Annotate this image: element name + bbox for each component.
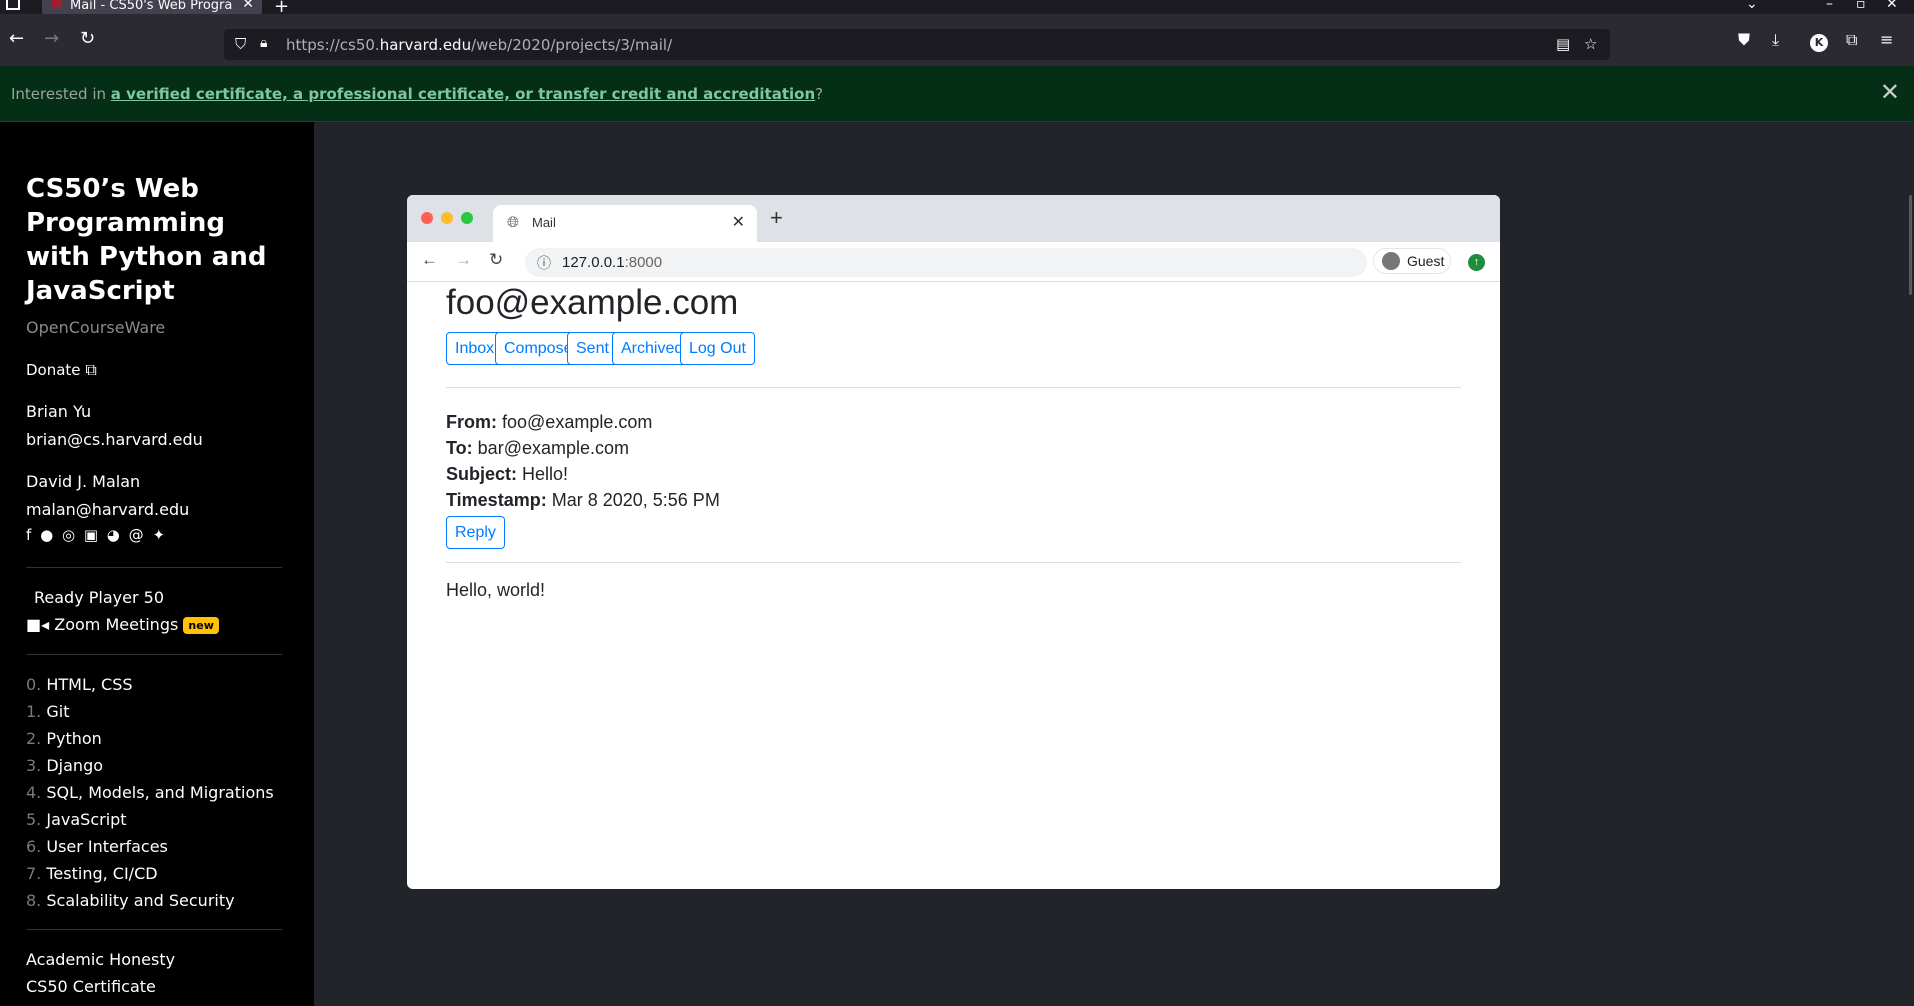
email-to: To: bar@example.com — [446, 438, 630, 458]
twitter-icon[interactable]: ✦ — [152, 526, 167, 544]
tracking-shield-icon[interactable]: ⛉ — [235, 35, 246, 53]
globe-icon: 🌐︎ — [507, 214, 520, 231]
social-links: f ● ◎ ▣ ◕ @ ✦ — [26, 526, 167, 544]
ocw-label: OpenCourseWare — [26, 318, 166, 337]
forward-icon[interactable]: → — [44, 28, 59, 49]
new-badge: new — [183, 617, 219, 634]
sidebar-divider — [26, 929, 282, 930]
tab-list-icon[interactable] — [6, 0, 20, 10]
browser-tab-strip: Mail - CS50's Web Progra ✕ + ⌄ – ▫ ✕ — [0, 0, 1914, 20]
lecture-link[interactable]: 5. JavaScript — [26, 810, 127, 829]
address-bar[interactable]: ⛉ 🔒︎ https://cs50.harvard.edu/web/2020/p… — [224, 29, 1610, 60]
lecture-link[interactable]: 1. Git — [26, 702, 69, 721]
user-email-heading: foo@example.com — [446, 283, 739, 322]
certificate-link[interactable]: a verified certificate, a professional c… — [111, 85, 815, 103]
forward-icon: → — [455, 250, 472, 269]
divider — [446, 387, 1461, 388]
reader-view-icon[interactable]: ▤ — [1556, 35, 1570, 53]
demo-toolbar: ← → ↻ ⓘ 127.0.0.1:8000 Guest ↑ — [407, 242, 1500, 282]
info-icon: ⓘ — [537, 255, 551, 271]
instructor-name: Brian Yu — [26, 402, 92, 421]
zoom-meetings-link[interactable]: ■◂ Zoom Meetings new — [26, 615, 219, 634]
profile-label: Guest — [1407, 253, 1445, 269]
logout-button: Log Out — [680, 332, 755, 365]
menu-icon[interactable]: ≡ — [1880, 30, 1893, 49]
lecture-link[interactable]: 2. Python — [26, 729, 102, 748]
github-icon[interactable]: ● — [40, 526, 55, 544]
donate-link[interactable]: Donate ⧉ — [26, 360, 97, 380]
certificate-banner: Interested in a verified certificate, a … — [0, 66, 1914, 122]
demo-url: 127.0.0.1:8000 — [562, 254, 663, 271]
back-icon[interactable]: ← — [9, 28, 24, 49]
sidebar-divider — [26, 567, 282, 568]
zoom-dot-icon — [461, 212, 473, 224]
url-text[interactable]: https://cs50.harvard.edu/web/2020/projec… — [286, 36, 672, 54]
extensions-icon[interactable]: ⧉ — [1846, 30, 1857, 50]
lecture-link[interactable]: 4. SQL, Models, and Migrations — [26, 783, 274, 802]
email-subject: Subject: Hello! — [446, 464, 569, 484]
certificate-link[interactable]: CS50 Certificate — [26, 977, 156, 996]
tab-favicon-icon — [52, 0, 62, 8]
email-timestamp: Timestamp: Mar 8 2020, 5:56 PM — [446, 490, 720, 510]
reload-icon[interactable]: ↻ — [80, 28, 95, 49]
new-tab-icon: + — [770, 205, 783, 230]
facebook-icon[interactable]: f — [26, 526, 33, 544]
lecture-link[interactable]: 6. User Interfaces — [26, 837, 168, 856]
video-camera-icon: ■◂ — [26, 615, 50, 634]
pocket-icon[interactable]: ⛊ — [1738, 30, 1750, 50]
sidebar-divider — [26, 654, 282, 655]
guest-profile: Guest — [1373, 248, 1451, 274]
academic-honesty-link[interactable]: Academic Honesty — [26, 950, 175, 969]
email-body: Hello, world! — [446, 580, 546, 600]
lock-icon[interactable]: 🔒︎ — [260, 35, 267, 51]
ready-player-link[interactable]: Ready Player 50 — [34, 588, 164, 607]
tab-overflow-chevron-icon[interactable]: ⌄ — [1746, 0, 1758, 12]
lecture-link[interactable]: 7. Testing, CI/CD — [26, 864, 158, 883]
linkedin-icon[interactable]: ▣ — [84, 526, 100, 544]
profile-icon — [1382, 252, 1400, 270]
bookmark-star-icon[interactable]: ☆ — [1584, 35, 1597, 53]
instructor-email[interactable]: brian@cs.harvard.edu — [26, 430, 203, 449]
close-window-icon[interactable]: ✕ — [1886, 0, 1898, 12]
lecture-link[interactable]: 8. Scalability and Security — [26, 891, 235, 910]
lecture-link[interactable]: 0. HTML, CSS — [26, 675, 133, 694]
external-link-icon: ⧉ — [85, 360, 97, 379]
account-avatar[interactable]: K — [1810, 34, 1828, 52]
email-from: From: foo@example.com — [446, 412, 653, 432]
instructor-email[interactable]: malan@harvard.edu — [26, 500, 189, 519]
update-arrow-icon: ↑ — [1468, 254, 1485, 271]
lecture-link[interactable]: 3. Django — [26, 756, 103, 775]
back-icon: ← — [421, 250, 438, 269]
mail-page: foo@example.com Inbox Compose Sent Archi… — [407, 282, 1500, 889]
close-tab-icon[interactable]: ✕ — [242, 0, 254, 11]
sent-button: Sent — [567, 332, 618, 365]
restore-window-icon[interactable]: ▫ — [1856, 0, 1866, 12]
page-scrollbar[interactable] — [1909, 195, 1912, 295]
browser-toolbar: ← → ↻ ⛉ 🔒︎ https://cs50.harvard.edu/web/… — [0, 14, 1914, 66]
banner-text: Interested in a verified certificate, a … — [11, 85, 824, 103]
instructor-name: David J. Malan — [26, 472, 141, 491]
demo-browser-screenshot: 🌐︎ Mail ✕ + ← → ↻ ⓘ 127.0.0.1:8000 Guest… — [407, 195, 1500, 889]
minimize-dot-icon — [441, 212, 453, 224]
course-title[interactable]: CS50’s Web Programming with Python and J… — [26, 172, 286, 308]
reply-button: Reply — [446, 516, 505, 549]
divider — [446, 562, 1461, 563]
demo-tab-strip: 🌐︎ Mail ✕ + — [407, 195, 1500, 242]
demo-tab-title: Mail — [532, 215, 556, 230]
demo-tab: 🌐︎ Mail ✕ — [493, 205, 757, 242]
close-icon: ✕ — [731, 214, 745, 231]
threads-icon[interactable]: @ — [129, 526, 146, 544]
downloads-icon[interactable]: ⤓ — [1772, 30, 1779, 50]
close-banner-icon[interactable]: ✕ — [1880, 78, 1900, 106]
close-dot-icon — [421, 212, 433, 224]
instagram-icon[interactable]: ◎ — [62, 526, 77, 544]
reddit-icon[interactable]: ◕ — [107, 526, 122, 544]
course-sidebar: CS50’s Web Programming with Python and J… — [0, 122, 314, 1006]
minimize-window-icon[interactable]: – — [1826, 0, 1833, 12]
demo-address-bar: ⓘ 127.0.0.1:8000 — [525, 248, 1367, 277]
tab-title: Mail - CS50's Web Progra — [70, 0, 233, 13]
reload-icon: ↻ — [489, 250, 504, 269]
